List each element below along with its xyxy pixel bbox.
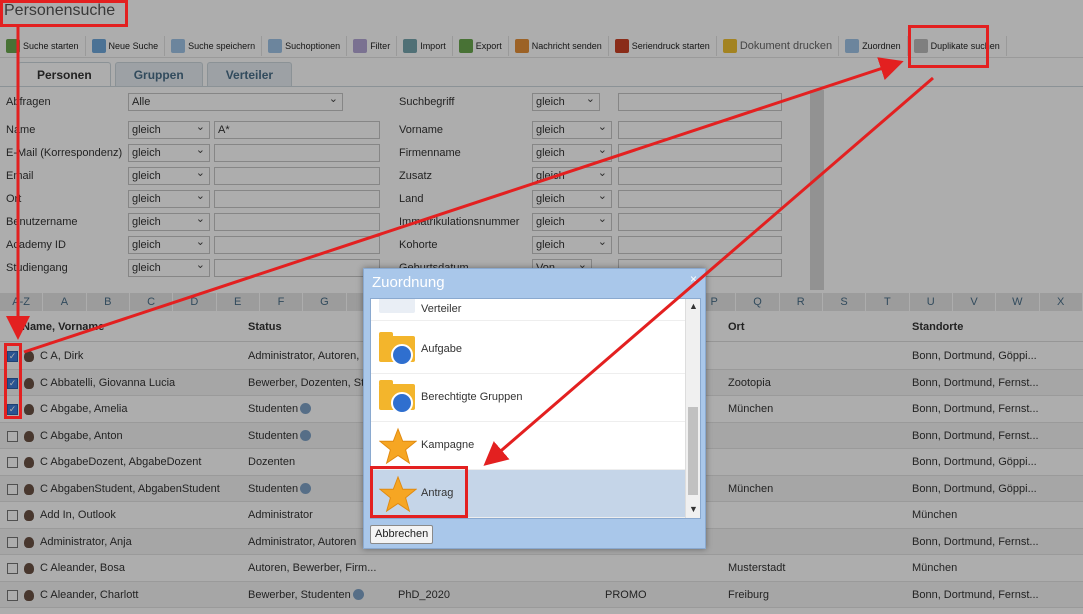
dialog-scrollbar[interactable]: ▲ ▼	[685, 299, 700, 518]
list-item-label: Verteiler	[421, 303, 462, 315]
annotation-box-antrag	[370, 466, 468, 518]
annotation-box-title	[0, 0, 128, 27]
list-item-berechtigte-gruppen[interactable]: Berechtigte Gruppen	[371, 374, 686, 422]
list-item-kampagne[interactable]: Kampagne	[371, 422, 686, 470]
cancel-button[interactable]: Abbrechen	[370, 525, 434, 544]
list-item-label: Kampagne	[421, 439, 475, 451]
distribution-list-icon	[379, 299, 415, 313]
dialog-title: Zuordnung	[372, 274, 445, 291]
scroll-thumb[interactable]	[688, 407, 698, 495]
list-item-label: Aufgabe	[421, 343, 462, 355]
annotation-box-zuordnen	[908, 25, 989, 68]
annotation-box-checkboxes	[4, 343, 22, 419]
list-item-aufgabe[interactable]: Aufgabe	[371, 326, 686, 374]
campaign-star-icon	[379, 427, 417, 465]
scroll-up-icon[interactable]: ▲	[689, 301, 698, 311]
scroll-down-icon[interactable]: ▼	[689, 504, 698, 514]
list-item-verteiler[interactable]: Verteiler	[371, 299, 686, 321]
close-icon[interactable]: ×	[690, 272, 697, 286]
list-item-label: Berechtigte Gruppen	[421, 391, 523, 403]
clock-icon	[391, 392, 413, 414]
clock-icon	[391, 344, 413, 366]
